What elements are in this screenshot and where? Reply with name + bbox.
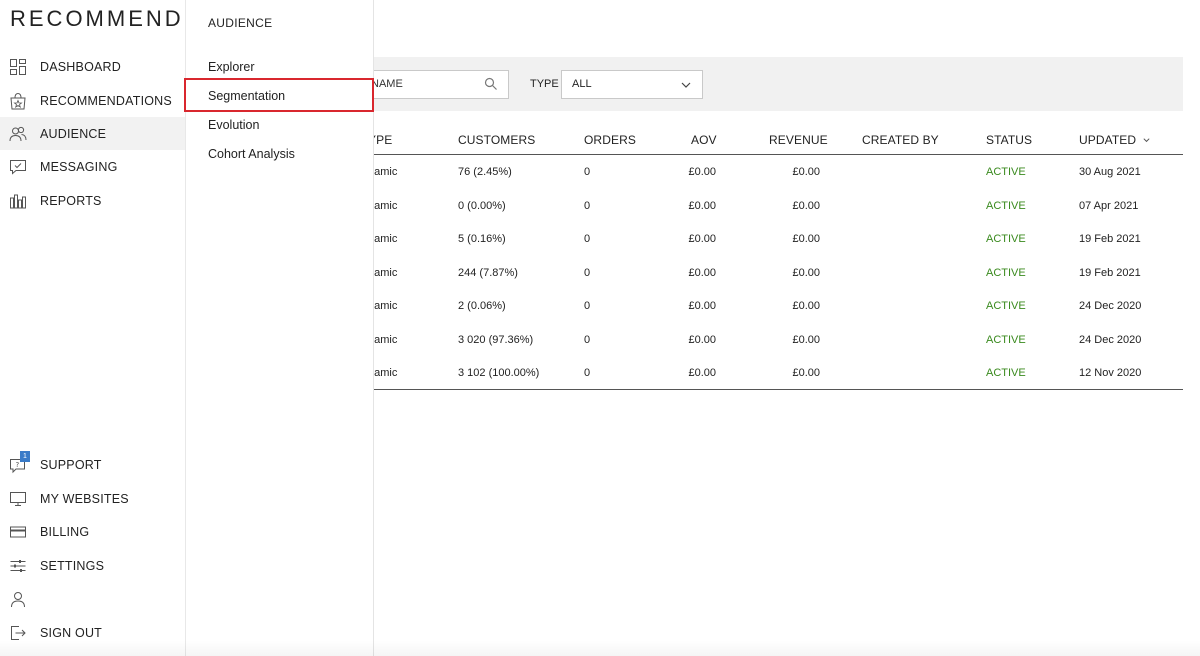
cell-customers: 0 (0.00%) — [458, 199, 506, 212]
segmentation-highlight-box — [184, 78, 374, 112]
sidebar-item-label: MESSAGING — [40, 160, 118, 174]
submenu-item-evolution[interactable]: Evolution — [208, 118, 259, 132]
sidebar-item-messaging[interactable]: MESSAGING — [0, 150, 185, 183]
cell-aov: £0.00 — [688, 300, 716, 312]
brand-logo[interactable]: RECOMMEND — [10, 6, 184, 32]
support-notification-badge: 1 — [20, 451, 30, 462]
sidebar-item-audience[interactable]: AUDIENCE — [0, 117, 185, 150]
sidebar-item-label: BILLING — [40, 525, 90, 539]
cell-customers: 5 (0.16%) — [458, 233, 506, 245]
sidebar-item-label: AUDIENCE — [40, 127, 107, 141]
shopping-bag-star-icon — [10, 92, 26, 110]
sidebar-item-billing[interactable]: BILLING — [0, 515, 185, 548]
cell-status: ACTIVE — [986, 166, 1026, 178]
cell-revenue: £0.00 — [792, 367, 820, 379]
svg-text:?: ? — [16, 461, 20, 469]
cell-revenue: £0.00 — [792, 300, 820, 312]
search-icon[interactable] — [484, 77, 498, 91]
cell-orders: 0 — [584, 166, 591, 178]
cell-updated: 30 Aug 2021 — [1079, 166, 1141, 178]
cell-updated: 19 Feb 2021 — [1079, 266, 1141, 279]
name-input-value: NAME — [371, 78, 403, 90]
sidebar-item-label: SETTINGS — [40, 559, 105, 573]
cell-aov: £0.00 — [688, 367, 716, 379]
cell-orders: 0 — [584, 300, 591, 312]
cell-orders: 0 — [584, 367, 591, 379]
cell-customers: 2 (0.06%) — [458, 300, 506, 312]
column-header-customers[interactable]: CUSTOMERS — [458, 133, 535, 147]
cell-customers: 3 020 (97.36%) — [458, 333, 534, 346]
cell-revenue: £0.00 — [792, 333, 820, 346]
people-icon — [9, 126, 27, 142]
cell-updated: 24 Dec 2020 — [1079, 333, 1142, 346]
sidebar-item-label: REPORTS — [40, 194, 102, 208]
chat-icon — [10, 160, 26, 175]
column-header-aov[interactable]: AOV — [691, 133, 717, 147]
cell-updated: 12 Nov 2020 — [1079, 367, 1142, 379]
sidebar-item-profile[interactable] — [0, 582, 185, 615]
cell-orders: 0 — [584, 199, 591, 212]
sort-down-icon — [1143, 138, 1150, 143]
sidebar-item-label: SIGN OUT — [40, 626, 103, 640]
cell-status: ACTIVE — [986, 233, 1026, 245]
cell-orders: 0 — [584, 266, 591, 279]
bar-chart-icon — [10, 194, 26, 209]
submenu-title: AUDIENCE — [208, 16, 273, 30]
type-filter-label: TYPE — [530, 78, 559, 90]
user-icon — [11, 592, 25, 608]
cell-aov: £0.00 — [688, 199, 716, 212]
cell-orders: 0 — [584, 333, 591, 346]
monitor-icon — [10, 492, 26, 506]
submenu-item-explorer[interactable]: Explorer — [208, 60, 255, 74]
cell-updated: 24 Dec 2020 — [1079, 300, 1142, 312]
cell-revenue: £0.00 — [792, 166, 820, 178]
dashboard-icon — [10, 59, 26, 75]
column-header-revenue[interactable]: REVENUE — [769, 133, 828, 147]
submenu-item-cohort-analysis[interactable]: Cohort Analysis — [208, 147, 295, 161]
column-header-status[interactable]: STATUS — [986, 133, 1032, 147]
column-header-updated-label: UPDATED — [1079, 133, 1137, 147]
cell-aov: £0.00 — [688, 166, 716, 178]
cell-updated: 19 Feb 2021 — [1079, 233, 1141, 245]
cell-status: ACTIVE — [986, 367, 1026, 379]
cell-aov: £0.00 — [688, 266, 716, 279]
chevron-down-icon — [681, 82, 691, 88]
cell-status: ACTIVE — [986, 333, 1026, 346]
cell-revenue: £0.00 — [792, 266, 820, 279]
type-select[interactable]: ALL — [561, 70, 703, 99]
bottom-shadow — [0, 640, 1200, 656]
sidebar-item-my-websites[interactable]: MY WEBSITES — [0, 482, 185, 515]
sidebar-item-recommendations[interactable]: RECOMMENDATIONS — [0, 84, 185, 117]
sidebar-item-label: SUPPORT — [40, 458, 102, 472]
cell-aov: £0.00 — [688, 233, 716, 245]
sidebar-item-settings[interactable]: SETTINGS — [0, 549, 185, 582]
type-select-value: ALL — [572, 78, 592, 90]
column-header-created-by[interactable]: CREATED BY — [862, 133, 939, 147]
sidebar: RECOMMEND DASHBOARD RECOMMENDATIONS AUDI… — [0, 0, 186, 656]
cell-status: ACTIVE — [986, 199, 1026, 212]
sliders-icon — [10, 560, 26, 572]
cell-status: ACTIVE — [986, 300, 1026, 312]
cell-orders: 0 — [584, 233, 591, 245]
cell-customers: 76 (2.45%) — [458, 166, 512, 178]
cell-revenue: £0.00 — [792, 233, 820, 245]
sidebar-item-dashboard[interactable]: DASHBOARD — [0, 50, 185, 83]
column-header-updated[interactable]: UPDATED — [1079, 133, 1151, 147]
column-header-orders[interactable]: ORDERS — [584, 133, 636, 147]
cell-updated: 07 Apr 2021 — [1079, 199, 1139, 212]
cell-customers: 3 102 (100.00%) — [458, 367, 540, 379]
cell-customers: 244 (7.87%) — [458, 266, 518, 279]
sidebar-item-label: MY WEBSITES — [40, 492, 129, 506]
sidebar-item-reports[interactable]: REPORTS — [0, 184, 185, 217]
cell-status: ACTIVE — [986, 266, 1026, 279]
cell-revenue: £0.00 — [792, 199, 820, 212]
sidebar-item-support[interactable]: ? 1 SUPPORT — [0, 448, 185, 481]
credit-card-icon — [10, 526, 26, 538]
sidebar-item-label: RECOMMENDATIONS — [40, 94, 172, 108]
sidebar-item-label: DASHBOARD — [40, 60, 121, 74]
cell-aov: £0.00 — [688, 333, 716, 346]
